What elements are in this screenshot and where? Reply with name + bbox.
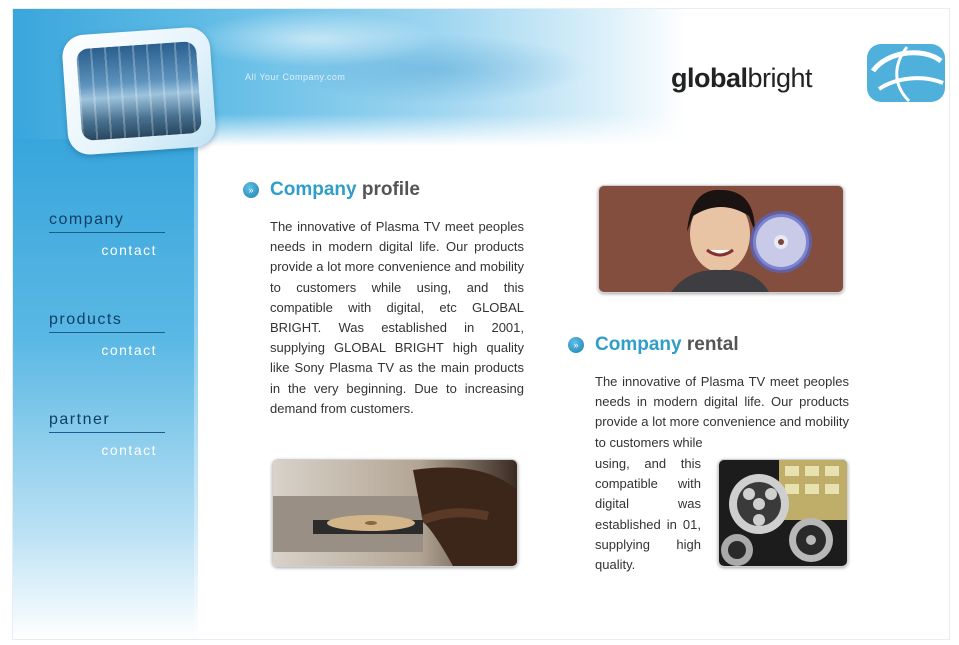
profile-bullet-icon: »	[243, 182, 259, 198]
nav-group-products: products contact	[49, 311, 165, 358]
logo-text-bold: global	[671, 63, 748, 93]
profile-title-accent: Company	[270, 179, 357, 200]
nav-group-company: company contact	[49, 211, 165, 258]
woman-cd-image	[598, 185, 844, 293]
header-photo-frame	[60, 25, 218, 157]
rental-title-accent: Company	[595, 334, 682, 355]
rental-bullet-icon: »	[568, 337, 584, 353]
nav-item-company-contact[interactable]: contact	[49, 242, 157, 258]
logo[interactable]: globalbright	[671, 41, 949, 103]
nav-item-partner[interactable]: partner	[49, 411, 165, 433]
nav-item-partner-contact[interactable]: contact	[49, 442, 157, 458]
globe-logo-icon	[867, 44, 945, 103]
page-frame: All Your Company.com company contact pro…	[12, 8, 950, 640]
header-tagline: All Your Company.com	[245, 72, 346, 82]
logo-text: globalbright	[671, 63, 813, 94]
nav-item-company[interactable]: company	[49, 211, 165, 233]
dvd-player-photo	[273, 460, 517, 566]
rental-title-rest: rental	[686, 334, 739, 355]
logo-text-light: bright	[747, 63, 813, 93]
film-reels-image	[718, 459, 848, 567]
profile-title-rest: profile	[361, 179, 420, 200]
nav-item-products-contact[interactable]: contact	[49, 342, 157, 358]
building-photo	[75, 40, 203, 142]
nav-item-products[interactable]: products	[49, 311, 165, 333]
sidebar: company contact products contact partner…	[13, 139, 198, 639]
profile-body: The innovative of Plasma TV meet peoples…	[270, 219, 524, 416]
rental-title: Company rental	[595, 334, 739, 356]
nav-group-partner: partner contact	[49, 411, 165, 458]
rental-body-top: The innovative of Plasma TV meet peoples…	[595, 374, 849, 450]
dvd-player-image	[272, 459, 518, 567]
profile-title: Company profile	[270, 179, 420, 201]
header-fade	[193, 114, 949, 154]
woman-holding-cd-photo	[599, 186, 843, 292]
film-reels-photo	[719, 460, 847, 566]
rental-body-side: using, and this compatible with digital …	[595, 456, 701, 573]
